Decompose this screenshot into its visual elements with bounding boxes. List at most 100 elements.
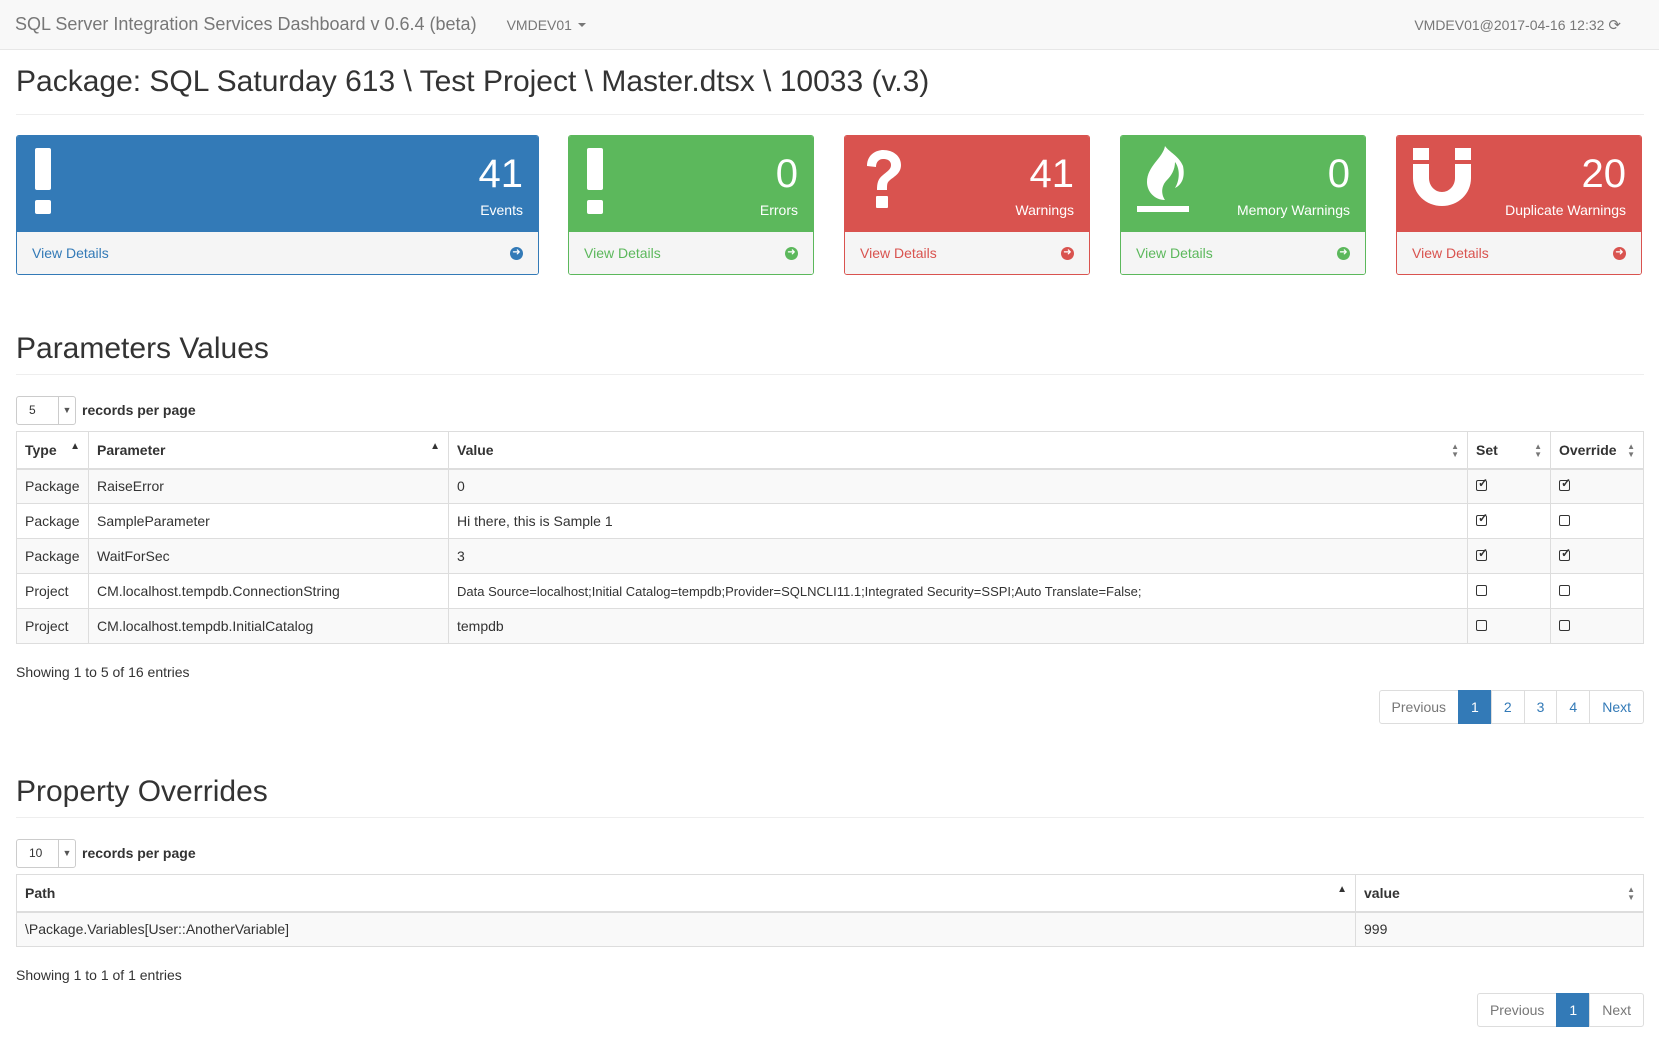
column-header-label: Value [457, 441, 494, 458]
errors-view-details-label: View Details [584, 245, 661, 262]
warnings-view-details[interactable]: View Details ➜ [845, 232, 1089, 274]
cell-value: tempdb [448, 608, 1468, 644]
sort-asc-icon: ▲ [1337, 884, 1347, 895]
summary-panels: 41 Events View Details ➜ 0 Errors View D… [16, 135, 1644, 275]
errors-panel-heading: 0 Errors [569, 136, 813, 233]
checkbox-checked-icon [1476, 511, 1488, 526]
parameters-info: Showing 1 to 5 of 16 entries [16, 664, 190, 680]
warnings-panel-heading: 41 Warnings [845, 136, 1089, 233]
sort-asc-icon: ▲ [430, 441, 440, 452]
table-header-row: Path ▲ value ▲ ▼ [16, 874, 1644, 913]
column-header-path[interactable]: Path ▲ [16, 874, 1356, 913]
sort-both-icon: ▲ ▼ [1627, 442, 1635, 459]
navbar: SQL Server Integration Services Dashboar… [0, 0, 1659, 50]
events-view-details-label: View Details [32, 245, 109, 262]
overrides-pagination: Previous 1 Next [16, 993, 1644, 1027]
duplicate-warnings-view-details[interactable]: View Details ➜ [1397, 232, 1641, 274]
sort-both-icon: ▲ ▼ [1451, 442, 1459, 459]
cell-value: 999 [1355, 911, 1644, 947]
caret-down-icon [577, 22, 586, 27]
cell-type: Package [16, 468, 89, 504]
server-time: VMDEV01@2017-04-16 12:32 [1414, 17, 1605, 33]
checkbox-checked-icon [1476, 546, 1488, 561]
column-header-label: Path [25, 884, 56, 901]
page-1-button[interactable]: 1 [1458, 690, 1492, 724]
table-header-row: Type ▲ Parameter ▲ Value ▲ ▼ Set ▲ ▼ Ove… [16, 431, 1644, 470]
duplicate-warnings-count: 20 [1581, 152, 1627, 196]
column-header-value[interactable]: value ▲ ▼ [1355, 874, 1644, 913]
page-2-button[interactable]: 2 [1490, 690, 1525, 724]
page-1-button[interactable]: 1 [1556, 993, 1591, 1027]
cell-value: 3 [448, 538, 1468, 574]
cell-parameter: CM.localhost.tempdb.ConnectionString [88, 573, 449, 609]
parameters-title: Parameters Values [16, 329, 1644, 375]
events-label: Events [480, 202, 523, 218]
table-row: Package RaiseError 0 [16, 468, 1644, 504]
exclamation-icon [33, 148, 53, 219]
table-row: Project CM.localhost.tempdb.ConnectionSt… [16, 573, 1644, 609]
cell-value: Hi there, this is Sample 1 [448, 503, 1468, 539]
events-panel: 41 Events View Details ➜ [16, 135, 539, 275]
errors-view-details[interactable]: View Details ➜ [569, 232, 813, 274]
column-header-type[interactable]: Type ▲ [16, 431, 89, 470]
table-row: Package SampleParameter Hi there, this i… [16, 503, 1644, 539]
errors-panel: 0 Errors View Details ➜ [568, 135, 814, 275]
page-3-button[interactable]: 3 [1523, 690, 1558, 724]
duplicate-warnings-panel: 20 Duplicate Warnings View Details ➜ [1396, 135, 1642, 275]
server-time-refresh[interactable]: VMDEV01@2017-04-16 12:32 ⟳ [1414, 0, 1621, 50]
duplicate-warnings-label: Duplicate Warnings [1505, 202, 1626, 218]
cell-value: 0 [448, 468, 1468, 504]
cell-set [1467, 573, 1551, 609]
checkbox-unchecked-icon [1559, 585, 1570, 596]
memory-warnings-count: 0 [1327, 152, 1350, 196]
overrides-table: Path ▲ value ▲ ▼ \Package.Variables[User:… [16, 874, 1644, 947]
memory-warnings-label: Memory Warnings [1236, 202, 1350, 218]
parameters-section: Parameters Values 5 ▼ records per page T… [16, 329, 1644, 724]
fire-icon [1135, 146, 1191, 217]
cell-type: Project [16, 608, 89, 644]
events-count: 41 [478, 152, 524, 196]
memory-warnings-panel: 0 Memory Warnings View Details ➜ [1120, 135, 1366, 275]
checkbox-unchecked-icon [1559, 620, 1570, 631]
overrides-info: Showing 1 to 1 of 1 entries [16, 967, 182, 983]
warnings-view-details-label: View Details [860, 245, 937, 262]
checkbox-unchecked-icon [1559, 515, 1570, 526]
exclamation-icon [585, 148, 605, 219]
table-row: Package WaitForSec 3 [16, 538, 1644, 574]
page-4-button[interactable]: 4 [1556, 690, 1591, 724]
warnings-count: 41 [1029, 152, 1075, 196]
checkbox-checked-icon [1559, 476, 1571, 492]
column-header-parameter[interactable]: Parameter ▲ [88, 431, 449, 470]
cell-set [1467, 503, 1551, 539]
server-dropdown[interactable]: VMDEV01 [507, 17, 586, 33]
cell-override [1550, 538, 1644, 574]
column-header-override[interactable]: Override ▲ ▼ [1550, 431, 1644, 470]
events-panel-heading: 41 Events [17, 136, 538, 233]
app-brand[interactable]: SQL Server Integration Services Dashboar… [15, 14, 477, 35]
column-header-value[interactable]: Value ▲ ▼ [448, 431, 1468, 470]
magnet-icon [1411, 148, 1473, 211]
sort-both-icon: ▲ ▼ [1627, 885, 1635, 902]
refresh-icon[interactable]: ⟳ [1608, 16, 1621, 34]
chevron-down-icon: ▼ [58, 396, 75, 424]
parameters-page-length-select[interactable]: 5 ▼ [16, 395, 76, 425]
memory-warnings-view-details[interactable]: View Details ➜ [1121, 232, 1365, 274]
page-length-label: records per page [82, 402, 196, 418]
cell-type: Package [16, 503, 89, 539]
duplicate-warnings-view-details-label: View Details [1412, 245, 1489, 262]
chevron-down-icon: ▼ [58, 839, 75, 867]
overrides-page-length-select[interactable]: 10 ▼ [16, 838, 76, 868]
events-view-details[interactable]: View Details ➜ [17, 232, 538, 274]
warnings-panel: 41 Warnings View Details ➜ [844, 135, 1090, 275]
table-row: \Package.Variables[User::AnotherVariable… [16, 911, 1644, 947]
next-page-button[interactable]: Next [1589, 690, 1644, 724]
cell-path: \Package.Variables[User::AnotherVariable… [16, 911, 1356, 947]
column-header-set[interactable]: Set ▲ ▼ [1467, 431, 1551, 470]
question-icon [863, 150, 903, 211]
sort-asc-icon: ▲ [70, 441, 80, 452]
next-page-button[interactable]: Next [1589, 993, 1644, 1027]
checkbox-unchecked-icon [1476, 620, 1487, 631]
previous-page-button[interactable]: Previous [1378, 690, 1460, 724]
previous-page-button[interactable]: Previous [1476, 993, 1558, 1027]
cell-override [1550, 573, 1644, 609]
